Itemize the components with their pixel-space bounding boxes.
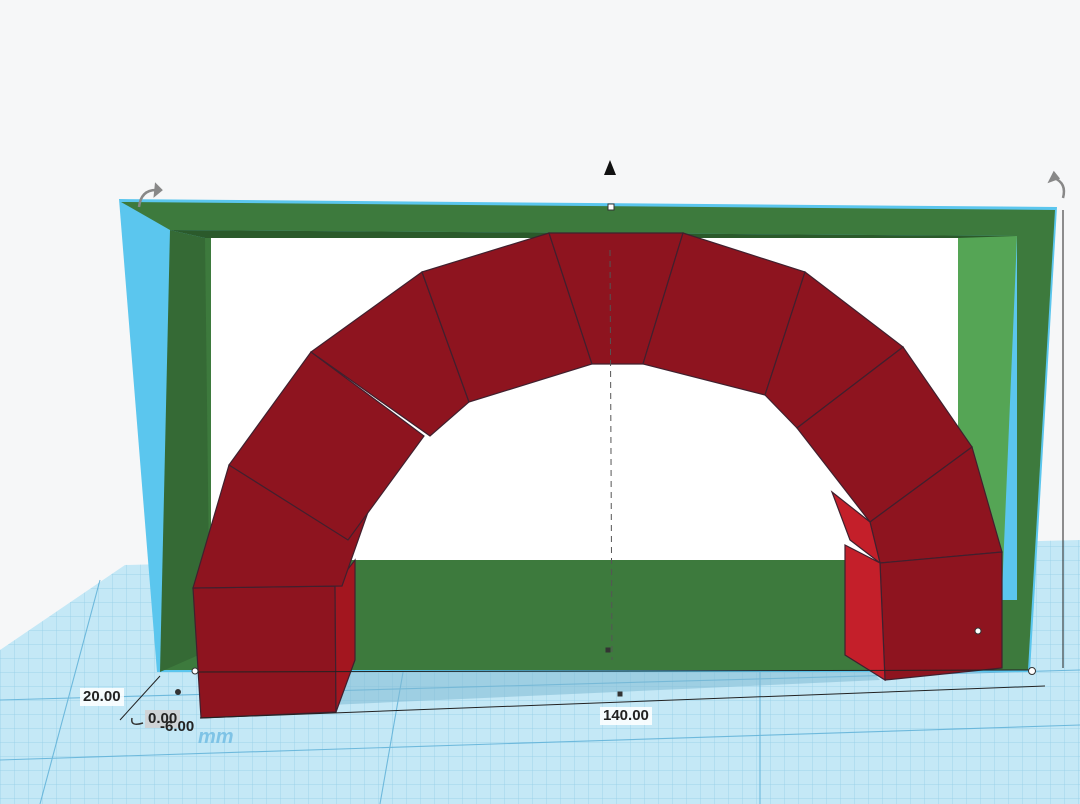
width-handle[interactable] — [617, 691, 623, 697]
scene-canvas[interactable]: mm — [0, 0, 1080, 804]
grid-unit-label: mm — [198, 726, 234, 748]
3d-viewport[interactable]: mm — [0, 0, 1080, 804]
up-arrow-icon[interactable] — [604, 160, 616, 175]
corner-handle-right[interactable] — [1028, 667, 1036, 675]
depth-dimension-label[interactable]: 20.00 — [80, 688, 124, 706]
bottom-center-handle[interactable] — [605, 647, 611, 653]
depth-handle[interactable] — [175, 689, 181, 695]
top-handle[interactable] — [607, 203, 615, 211]
rotate-handle-icon[interactable] — [1047, 170, 1066, 199]
width-dimension-label[interactable]: 140.00 — [600, 707, 652, 725]
corner-handle-inner[interactable] — [974, 627, 982, 635]
offset-dimension-label[interactable]: -6.00 — [157, 718, 197, 736]
corner-handle-left[interactable] — [191, 667, 199, 675]
